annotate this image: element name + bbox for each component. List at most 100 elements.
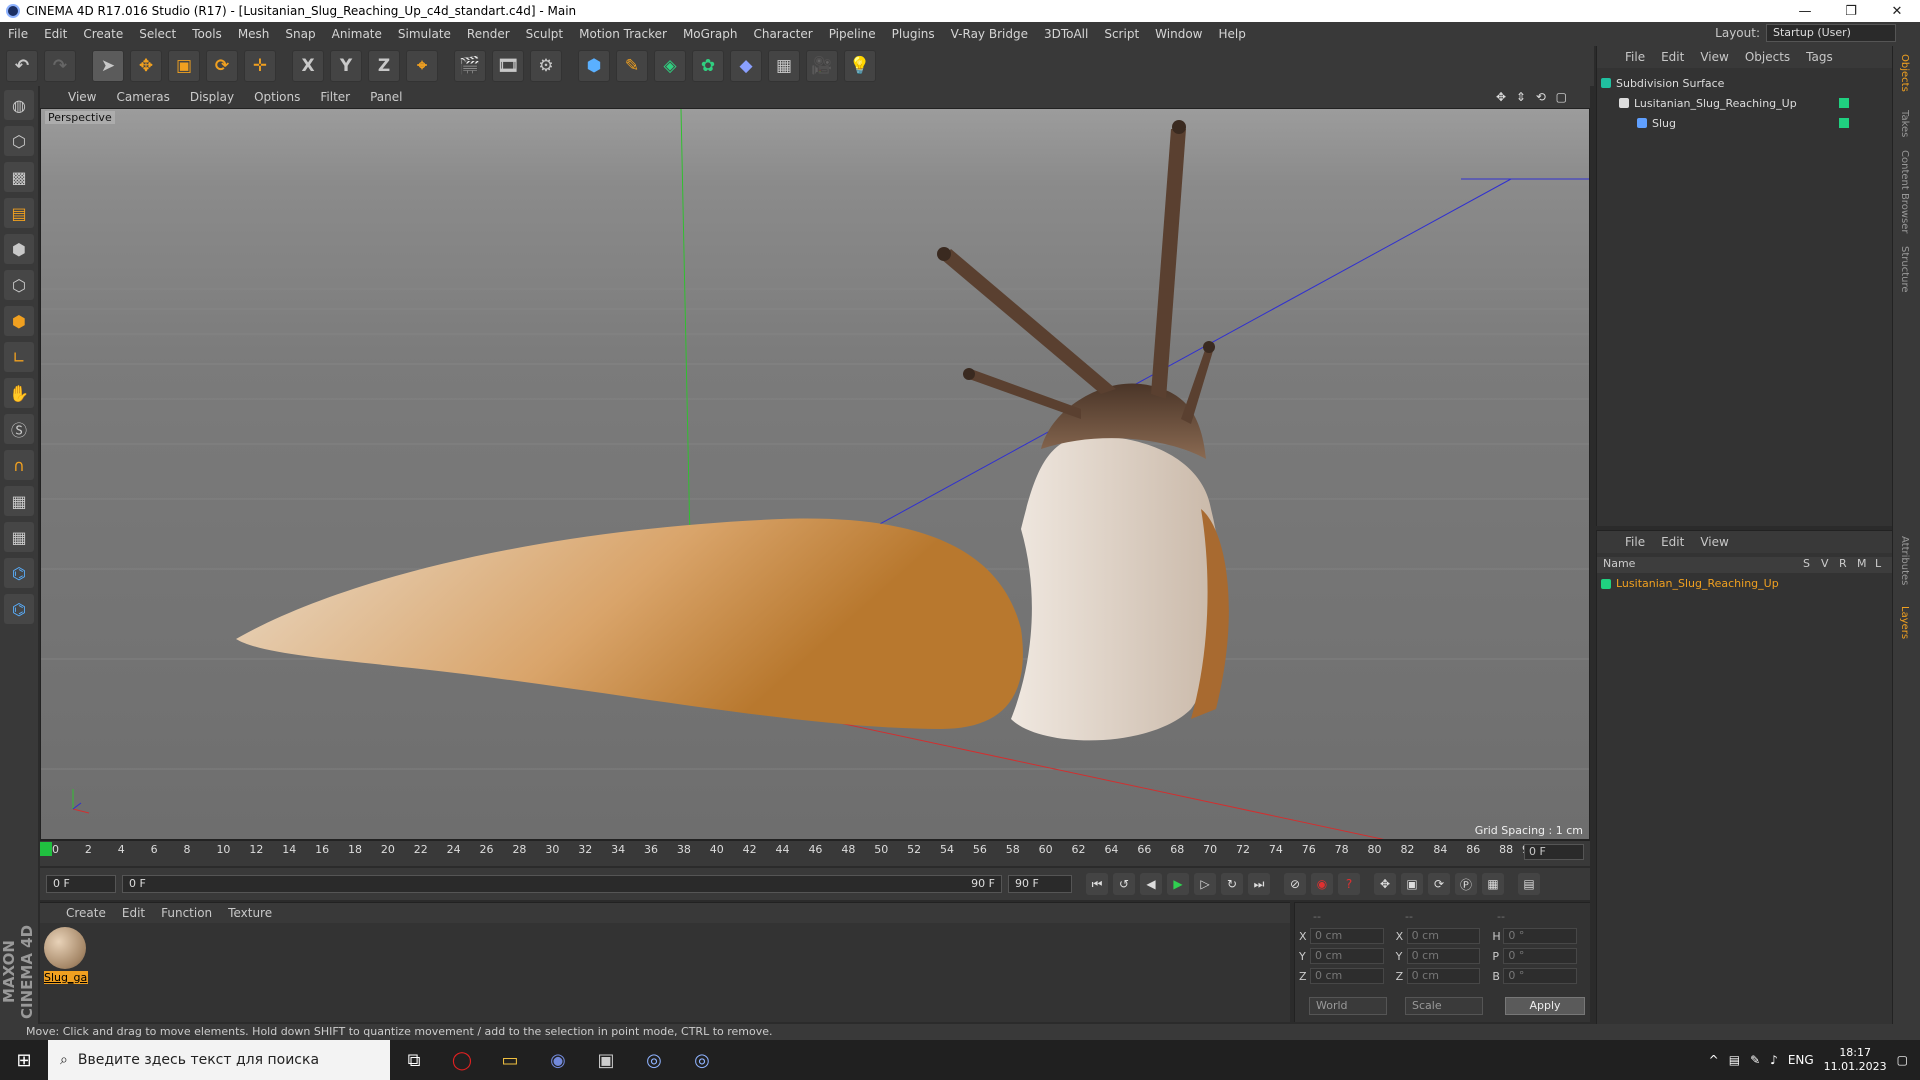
previous-frame-icon[interactable]: ◀ [1140,873,1162,895]
frame-range-slider[interactable]: 0 F 90 F [122,875,1002,893]
3d-viewport[interactable]: Perspective Grid Spacing : 1 cm [40,108,1590,840]
discord-icon[interactable]: ◉ [534,1040,582,1080]
object-row-null-group[interactable]: Lusitanian_Slug_Reaching_Up [1601,94,1889,112]
menu-simulate[interactable]: Simulate [390,27,459,41]
render-view-icon[interactable]: 🎬 [454,50,486,82]
menu-snap[interactable]: Snap [277,27,323,41]
quantize-icon[interactable]: ▦ [4,522,34,552]
tab-content-browser[interactable]: Content Browser [1899,150,1910,233]
play-icon[interactable]: ▶ [1167,873,1189,895]
viewport-menu-view[interactable]: View [58,90,106,104]
menu-script[interactable]: Script [1096,27,1147,41]
undo-icon[interactable]: ↶ [6,50,38,82]
photos-icon[interactable]: ▣ [582,1040,630,1080]
layer-menu-file[interactable]: File [1617,535,1653,549]
redo-icon[interactable]: ↷ [44,50,76,82]
menu-help[interactable]: Help [1210,27,1253,41]
go-to-end-icon[interactable]: ⏭ [1248,873,1270,895]
notifications-icon[interactable]: ▢ [1897,1053,1908,1067]
model-mode-icon[interactable]: ⬡ [4,126,34,156]
coordinate-space-dropdown[interactable]: World [1309,997,1387,1015]
apply-button[interactable]: Apply [1505,997,1585,1015]
render-to-picture-viewer-icon[interactable]: 🎞 [492,50,524,82]
material-menu-edit[interactable]: Edit [114,906,153,920]
object-menu-edit[interactable]: Edit [1653,50,1692,64]
tab-structure[interactable]: Structure [1899,246,1910,293]
size-y-field[interactable]: 0 cm [1406,948,1481,964]
rotation-b-field[interactable]: 0 ° [1503,968,1578,984]
start-frame-field[interactable]: 0 F [46,875,116,893]
menu-select[interactable]: Select [131,27,184,41]
next-key-icon[interactable]: ↻ [1221,873,1243,895]
opera-icon[interactable]: ◯ [438,1040,486,1080]
network-icon[interactable]: ▤ [1729,1053,1740,1067]
chevron-up-icon[interactable]: ^ [1709,1053,1719,1067]
coordinate-system-icon[interactable]: ⌖ [406,50,438,82]
x-axis-lock-button[interactable]: X [292,50,324,82]
viewport-menu-cameras[interactable]: Cameras [106,90,179,104]
key-param-icon[interactable]: Ⓟ [1455,873,1477,895]
light-icon[interactable]: 💡 [844,50,876,82]
viewport-menu-display[interactable]: Display [180,90,244,104]
last-tool-icon[interactable]: ✛ [244,50,276,82]
object-row-subdivision-surface[interactable]: Subdivision Surface [1601,74,1889,92]
axis-mode-icon[interactable]: ∟ [4,342,34,372]
scale-icon[interactable]: ▣ [168,50,200,82]
timeline-ruler[interactable]: 0 2 4 6 8 10 12 14 16 18 20 22 24 26 28 30 32 34 36 38 40 42 4… [40,840,1590,866]
cinema4d-taskbar-icon-2[interactable]: ◎ [678,1040,726,1080]
tab-attributes[interactable]: Attributes [1899,536,1910,585]
rotation-h-field[interactable]: 0 ° [1503,928,1578,944]
material-menu-texture[interactable]: Texture [220,906,280,920]
z-axis-lock-button[interactable]: Z [368,50,400,82]
viewport-camera-label[interactable]: Perspective [45,111,115,124]
menu-animate[interactable]: Animate [324,27,390,41]
tab-objects[interactable]: Objects [1899,54,1910,92]
minimize-button[interactable]: — [1782,4,1828,19]
size-z-field[interactable]: 0 cm [1406,968,1481,984]
close-button[interactable]: ✕ [1874,4,1920,19]
points-mode-icon[interactable]: ⬢ [4,234,34,264]
floor-icon[interactable]: ▦ [768,50,800,82]
material-swatch[interactable]: Slug_ga [44,927,88,984]
rotation-p-field[interactable]: 0 ° [1503,948,1578,964]
restore-button[interactable]: ❐ [1828,4,1874,19]
autokey-icon[interactable]: ◉ [1311,873,1333,895]
timeline-playhead[interactable] [40,842,52,856]
record-keys-icon[interactable]: ⊘ [1284,873,1306,895]
camera-icon[interactable]: 🎥 [806,50,838,82]
menu-mesh[interactable]: Mesh [230,27,278,41]
python-script-icon[interactable]: ⌬ [4,558,34,588]
menu-3dtoall[interactable]: 3DToAll [1036,27,1096,41]
cinema4d-taskbar-icon[interactable]: ◎ [630,1040,678,1080]
object-menu-view[interactable]: View [1692,50,1736,64]
select-cursor-icon[interactable]: ➤ [92,50,124,82]
current-frame-field[interactable]: 0 F [1524,844,1584,860]
keyframe-selection-icon[interactable]: ? [1338,873,1360,895]
clock[interactable]: 18:17 11.01.2023 [1824,1046,1887,1074]
file-explorer-icon[interactable]: ▭ [486,1040,534,1080]
pen-icon[interactable]: ✎ [1750,1053,1760,1067]
menu-plugins[interactable]: Plugins [884,27,943,41]
object-menu-objects[interactable]: Objects [1737,50,1798,64]
cube-icon[interactable]: ⬢ [578,50,610,82]
edges-mode-icon[interactable]: ⬡ [4,270,34,300]
viewport-menu-filter[interactable]: Filter [310,90,360,104]
menu-character[interactable]: Character [745,27,820,41]
rotate-icon[interactable]: ⟳ [206,50,238,82]
next-frame-icon[interactable]: ▷ [1194,873,1216,895]
menu-file[interactable]: File [0,27,36,41]
end-frame-field[interactable]: 90 F [1008,875,1072,893]
timeline-window-icon[interactable]: ▤ [1518,873,1540,895]
key-position-icon[interactable]: ✥ [1374,873,1396,895]
language-indicator[interactable]: ENG [1788,1053,1814,1067]
volume-icon[interactable]: ♪ [1770,1053,1778,1067]
key-pla-icon[interactable]: ▦ [1482,873,1504,895]
previous-key-icon[interactable]: ↺ [1113,873,1135,895]
solo-icon[interactable]: Ⓢ [4,414,34,444]
menu-motion-tracker[interactable]: Motion Tracker [571,27,675,41]
taskbar-search-box[interactable]: ⌕ Введите здесь текст для поиска [48,1040,390,1080]
position-x-field[interactable]: 0 cm [1309,928,1384,944]
tweak-mode-icon[interactable]: ✋ [4,378,34,408]
menu-edit[interactable]: Edit [36,27,75,41]
deformer-icon[interactable]: ◆ [730,50,762,82]
